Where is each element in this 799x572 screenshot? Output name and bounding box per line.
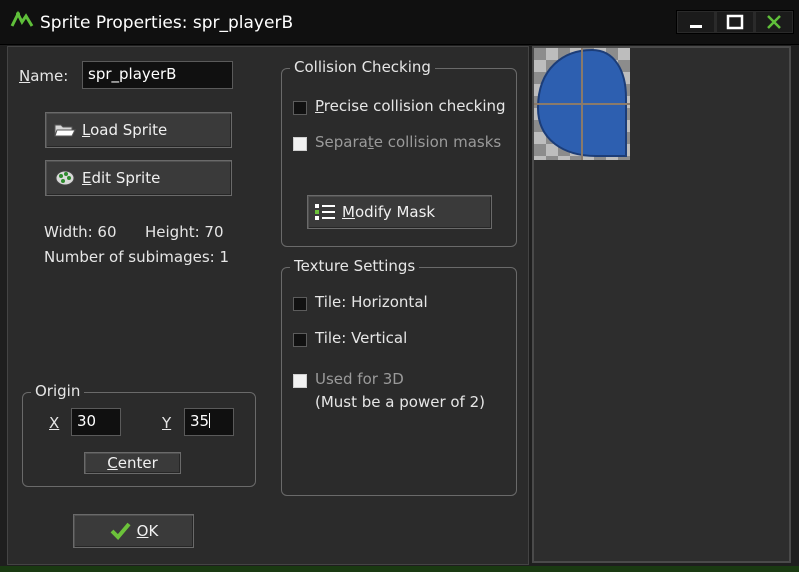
used-for-3d-label: Used for 3D — [315, 370, 404, 388]
load-sprite-button[interactable]: Load Sprite — [45, 112, 232, 148]
subimages-text: Number of subimages: 1 — [44, 248, 229, 266]
close-button[interactable] — [756, 12, 792, 32]
modify-mask-button[interactable]: Modify Mask — [307, 195, 492, 229]
used-for-3d-checkbox[interactable] — [293, 374, 307, 388]
collision-group: Collision Checking Precise collision che… — [281, 58, 517, 247]
origin-group: Origin X 30 Y 35 Center — [22, 382, 256, 487]
name-label: Name: — [19, 67, 69, 85]
center-label: Center — [107, 454, 158, 472]
mask-list-icon — [315, 204, 335, 220]
ok-button[interactable]: OK — [73, 514, 194, 548]
window-controls — [676, 10, 794, 34]
separate-masks-label: Separate collision masks — [315, 133, 502, 151]
y-label: Y — [162, 414, 172, 432]
folder-open-icon — [54, 124, 76, 137]
close-icon — [767, 15, 781, 29]
name-input[interactable]: spr_playerB — [82, 61, 233, 89]
modify-mask-label: Modify Mask — [342, 203, 436, 221]
text-caret — [209, 413, 211, 428]
precise-collision-label: Precise collision checking — [315, 97, 506, 115]
origin-title: Origin — [31, 382, 85, 400]
tile-horizontal-checkbox[interactable] — [293, 297, 307, 311]
title-bar: Sprite Properties: spr_playerB — [0, 0, 799, 45]
gamemaker-logo-icon — [10, 10, 34, 27]
sprite-preview-image — [534, 48, 630, 160]
tile-vertical-label: Tile: Vertical — [315, 329, 408, 347]
origin-y-input[interactable]: 35 — [184, 408, 234, 436]
edit-sprite-label: Edit Sprite — [82, 169, 161, 187]
window-title: Sprite Properties: spr_playerB — [40, 13, 294, 33]
ok-label: OK — [136, 522, 159, 540]
background-strip — [0, 566, 799, 572]
separate-masks-checkbox[interactable] — [293, 137, 307, 151]
minimize-icon — [690, 25, 702, 28]
x-label: X — [49, 414, 60, 432]
tile-vertical-checkbox[interactable] — [293, 333, 307, 347]
center-button[interactable]: Center — [84, 452, 181, 474]
maximize-button[interactable] — [717, 12, 753, 32]
sprite-preview-pane — [532, 46, 791, 563]
texture-group: Texture Settings Tile: Horizontal Tile: … — [281, 257, 517, 496]
origin-y-value: 35 — [190, 412, 210, 430]
precise-collision-checkbox[interactable] — [293, 101, 307, 115]
palette-icon — [55, 170, 75, 186]
origin-x-input[interactable]: 30 — [71, 408, 121, 436]
texture-title: Texture Settings — [290, 257, 420, 275]
properties-panel: Name: spr_playerB Load Sprite Edit Sprit… — [7, 46, 529, 565]
collision-title: Collision Checking — [290, 58, 435, 76]
width-text: Width: 60 — [44, 223, 117, 241]
tile-horizontal-label: Tile: Horizontal — [315, 293, 428, 311]
load-sprite-label: Load Sprite — [82, 121, 168, 139]
checkmark-icon — [110, 522, 131, 540]
minimize-button[interactable] — [678, 12, 714, 32]
edit-sprite-button[interactable]: Edit Sprite — [45, 160, 232, 196]
height-text: Height: 70 — [145, 223, 224, 241]
maximize-icon — [726, 14, 744, 30]
power-of-two-note: (Must be a power of 2) — [315, 393, 485, 411]
